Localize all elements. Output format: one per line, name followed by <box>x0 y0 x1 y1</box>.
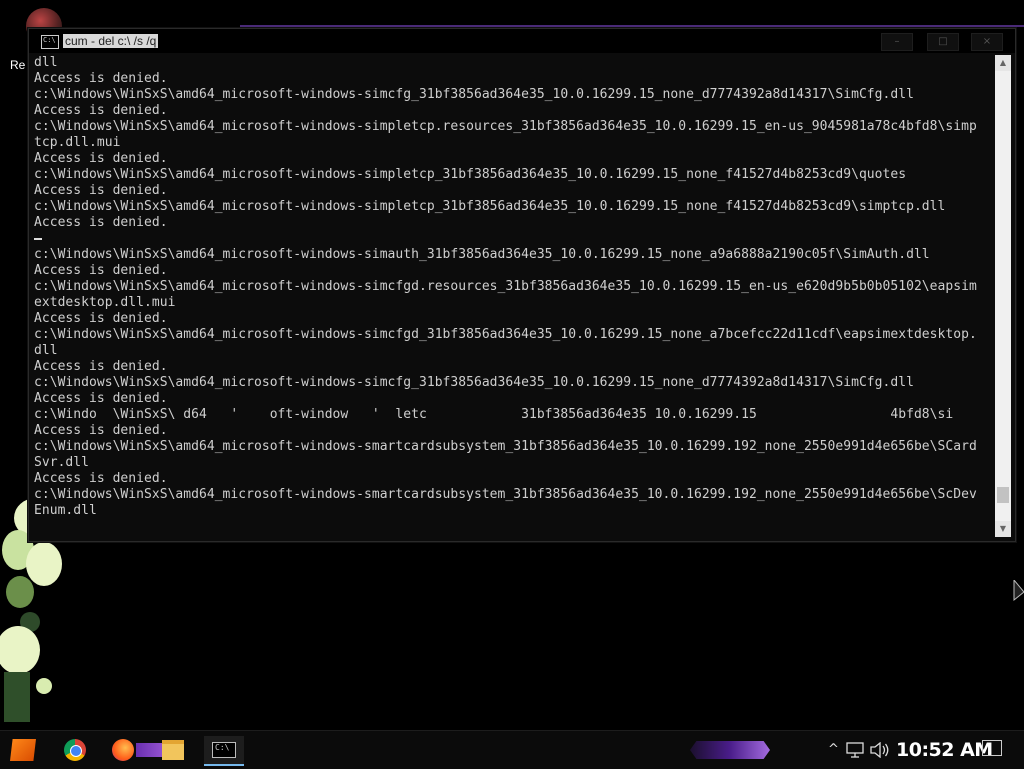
console-line: c:\Windows\WinSxS\amd64_microsoft-window… <box>34 375 914 390</box>
console-line: Access is denied. <box>34 151 168 166</box>
window-titlebar[interactable]: C:\ cum - del c:\ /s /q – □ × <box>29 29 1015 53</box>
chrome-taskbar-button[interactable] <box>60 736 90 764</box>
taskbar-right-accent <box>690 741 770 759</box>
console-line: c:\Windows\WinSxS\amd64_microsoft-window… <box>34 87 914 102</box>
taskbar: C:\ ^ 10:52 AM <box>0 730 1024 769</box>
volume-icon[interactable] <box>870 742 890 758</box>
scroll-up-arrow-icon[interactable]: ▲ <box>995 55 1011 71</box>
scrollbar-thumb[interactable] <box>997 487 1009 503</box>
command-prompt-window[interactable]: C:\ cum - del c:\ /s /q – □ × dll Access … <box>28 28 1016 542</box>
console-line <box>34 231 992 247</box>
command-prompt-icon: C:\ <box>41 35 59 49</box>
console-line: c:\Windows\WinSxS\amd64_microsoft-window… <box>34 487 977 502</box>
file-explorer-icon <box>162 740 184 760</box>
wallpaper-accent-line <box>240 25 1024 27</box>
console-line: Access is denied. <box>34 391 168 406</box>
console-line: Access is denied. <box>34 71 168 86</box>
scrollbar-track[interactable] <box>997 71 1009 521</box>
console-line: tcp.dll.mui <box>34 135 121 150</box>
cursor-arrow-icon <box>1013 580 1024 602</box>
show-hidden-icons-chevron-icon[interactable]: ^ <box>828 739 839 761</box>
console-line: Access is denied. <box>34 263 168 278</box>
console-line: Enum.dll <box>34 503 97 518</box>
console-line: Svr.dll <box>34 455 89 470</box>
console-line: c:\Windows\WinSxS\amd64_microsoft-window… <box>34 247 930 262</box>
scroll-down-arrow-icon[interactable]: ▼ <box>995 521 1011 537</box>
console-line: c:\Windo \WinSxS\ d64 ' oft-window ' let… <box>34 407 954 422</box>
console-line: c:\Windows\WinSxS\amd64_microsoft-window… <box>34 439 977 454</box>
console-line: extdesktop.dll.mui <box>34 295 176 310</box>
console-line: Access is denied. <box>34 215 168 230</box>
file-explorer-taskbar-button[interactable] <box>158 736 188 764</box>
console-line: Access is denied. <box>34 359 168 374</box>
close-button[interactable]: × <box>971 33 1003 51</box>
console-output[interactable]: dll Access is denied. c:\Windows\WinSxS\am… <box>34 55 992 537</box>
maximize-button[interactable]: □ <box>927 33 959 51</box>
start-button[interactable] <box>8 736 38 764</box>
console-line: c:\Windows\WinSxS\amd64_microsoft-window… <box>34 199 946 214</box>
console-line: c:\Windows\WinSxS\amd64_microsoft-window… <box>34 119 977 134</box>
console-line: Access is denied. <box>34 311 168 326</box>
start-icon <box>10 739 36 761</box>
firefox-taskbar-button[interactable] <box>108 736 138 764</box>
console-line: Access is denied. <box>34 183 168 198</box>
console-line: dll <box>34 343 58 358</box>
console-line: Access is denied. <box>34 103 168 118</box>
console-line: Access is denied. <box>34 423 168 438</box>
console-line: c:\Windows\WinSxS\amd64_microsoft-window… <box>34 279 977 294</box>
console-line: c:\Windows\WinSxS\amd64_microsoft-window… <box>34 167 907 182</box>
text-cursor <box>34 237 42 240</box>
desktop-icon-label: Re <box>10 58 26 72</box>
command-prompt-taskbar-button[interactable]: C:\ <box>204 736 244 766</box>
minimize-button[interactable]: – <box>881 33 913 51</box>
console-line: Access is denied. <box>34 471 168 486</box>
taskbar-clock[interactable]: 10:52 AM <box>896 736 993 764</box>
command-prompt-icon: C:\ <box>212 742 236 758</box>
firefox-icon <box>112 739 134 761</box>
chrome-icon <box>64 739 86 761</box>
action-center-icon[interactable] <box>982 740 1002 756</box>
network-icon[interactable] <box>846 742 864 758</box>
window-title: cum - del c:\ /s /q <box>63 34 159 48</box>
vertical-scrollbar[interactable]: ▲ ▼ <box>995 55 1011 537</box>
console-line: dll <box>34 55 58 70</box>
console-line: c:\Windows\WinSxS\amd64_microsoft-window… <box>34 327 977 342</box>
